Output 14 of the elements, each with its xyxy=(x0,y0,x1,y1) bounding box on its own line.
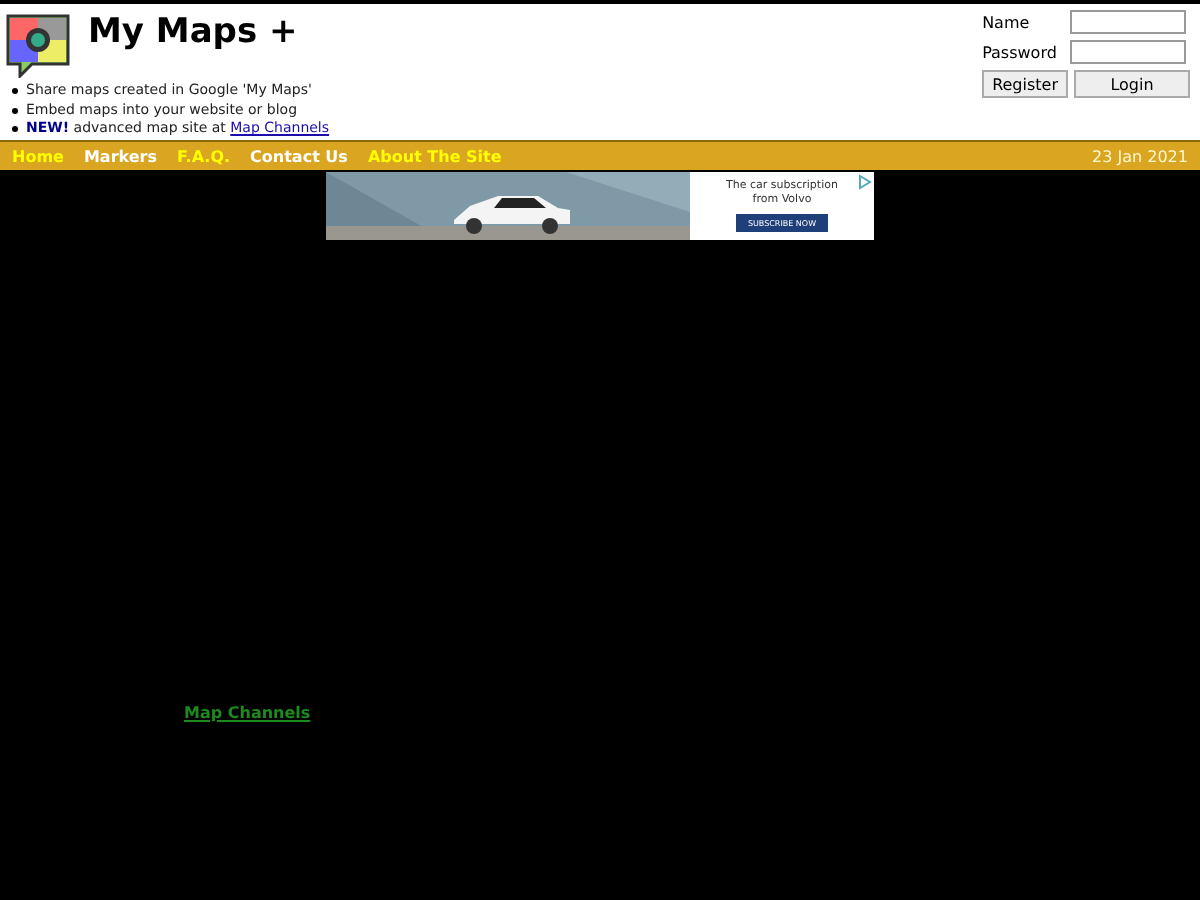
ad-choices-icon[interactable] xyxy=(858,174,872,190)
bullet-icon xyxy=(12,126,18,133)
name-label: Name xyxy=(982,13,1032,31)
name-field[interactable] xyxy=(1070,10,1186,34)
bullet-icon xyxy=(12,107,18,114)
map-channels-link[interactable]: Map Channels xyxy=(184,704,311,722)
logo-icon xyxy=(4,12,72,78)
site-title: My Maps + xyxy=(88,12,298,52)
login-button[interactable]: Login xyxy=(1074,70,1190,98)
register-button[interactable]: Register xyxy=(982,70,1068,98)
bullet-icon xyxy=(12,88,18,95)
date-text: 23 Jan 2021 xyxy=(1092,147,1188,165)
password-field[interactable] xyxy=(1070,40,1186,64)
password-label: Password xyxy=(982,43,1059,61)
